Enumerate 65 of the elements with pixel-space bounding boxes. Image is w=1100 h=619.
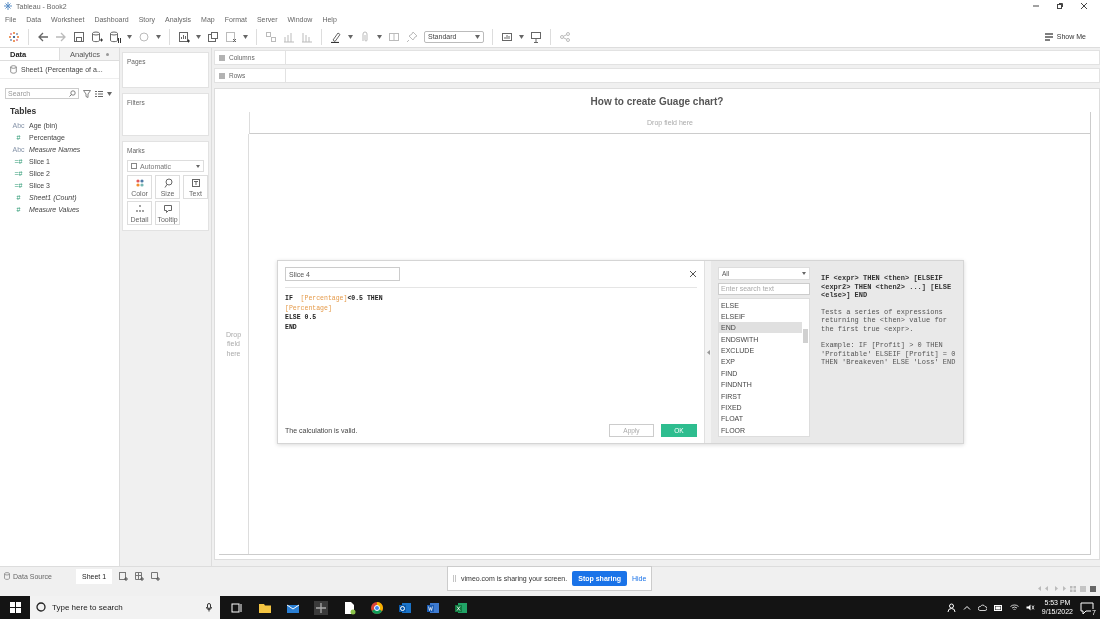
restore-icon[interactable] xyxy=(1056,2,1064,10)
caret-down-icon[interactable] xyxy=(196,34,201,39)
database-icon xyxy=(10,65,17,74)
view-title: How to create Guage chart? xyxy=(589,95,725,109)
database-pause-icon[interactable] xyxy=(109,30,121,43)
caret-down-icon[interactable] xyxy=(377,34,382,39)
caret-down-icon[interactable] xyxy=(519,34,524,39)
mark-type-icon xyxy=(131,163,137,169)
paperclip-icon[interactable] xyxy=(359,30,371,43)
new-sheet-icon[interactable] xyxy=(178,30,190,43)
scrollbar-thumb[interactable] xyxy=(803,329,808,344)
excel-app-icon[interactable] xyxy=(454,600,468,615)
save-icon[interactable] xyxy=(73,30,85,43)
new-dashboard-icon[interactable] xyxy=(134,571,145,581)
windows-start-icon[interactable] xyxy=(9,602,21,613)
duplicate-sheet-icon[interactable] xyxy=(207,30,219,43)
person-icon[interactable] xyxy=(946,603,956,612)
caret-down-icon[interactable] xyxy=(156,34,161,39)
minimize-icon[interactable] xyxy=(1032,2,1040,10)
caret-down-icon[interactable] xyxy=(348,34,353,39)
caret-down-icon xyxy=(802,271,806,275)
caret-down-icon[interactable] xyxy=(243,34,248,39)
app-logo-icon xyxy=(4,2,12,10)
presentation-icon[interactable] xyxy=(530,30,542,43)
text-mark-icon xyxy=(190,177,201,188)
microphone-icon[interactable] xyxy=(206,603,212,612)
search-icon xyxy=(69,90,76,97)
close-icon[interactable] xyxy=(1080,2,1088,10)
new-story-icon[interactable] xyxy=(150,571,161,581)
task-view-icon[interactable] xyxy=(230,600,244,615)
caret-down-icon[interactable] xyxy=(127,34,132,39)
battery-icon[interactable] xyxy=(993,604,1003,611)
size-mark-icon xyxy=(162,177,173,188)
notification-icon[interactable] xyxy=(1080,600,1094,615)
chevron-up-icon[interactable] xyxy=(962,605,971,610)
tooltip-mark-icon xyxy=(162,203,173,214)
notepad-icon[interactable] xyxy=(342,600,356,615)
clear-sheet-icon[interactable] xyxy=(225,30,237,43)
wifi-icon[interactable] xyxy=(1009,604,1019,611)
chart-icon xyxy=(1043,31,1054,42)
detail-mark-icon xyxy=(134,203,145,214)
close-icon[interactable] xyxy=(689,270,697,278)
word-app-icon[interactable] xyxy=(426,600,440,615)
speaker-icon[interactable] xyxy=(1025,604,1035,611)
caret-down-icon[interactable] xyxy=(107,91,112,96)
filter-icon[interactable] xyxy=(83,89,91,98)
drag-handle-icon xyxy=(453,575,456,582)
taskbar-search-field[interactable]: Type here to search xyxy=(30,596,220,619)
outlook-app-icon[interactable] xyxy=(398,600,412,615)
chrome-icon[interactable] xyxy=(370,600,384,615)
search-icon xyxy=(36,602,46,612)
database-plus-icon[interactable] xyxy=(91,30,103,43)
database-icon xyxy=(4,572,10,580)
cloud-icon[interactable] xyxy=(977,604,987,611)
caret-down-icon[interactable] xyxy=(475,34,480,39)
section-heading: Tables xyxy=(9,105,38,118)
bar-chart-icon[interactable] xyxy=(501,30,513,43)
collapse-arrow-icon[interactable] xyxy=(706,349,710,355)
color-mark-icon xyxy=(134,177,145,188)
new-worksheet-icon[interactable] xyxy=(118,571,129,581)
back-arrow-icon[interactable] xyxy=(37,30,49,43)
highlighter-icon[interactable] xyxy=(330,30,342,43)
caret-down-icon xyxy=(196,164,200,168)
tableau-app-icon[interactable] xyxy=(314,600,328,615)
logo-icon[interactable] xyxy=(8,30,20,43)
